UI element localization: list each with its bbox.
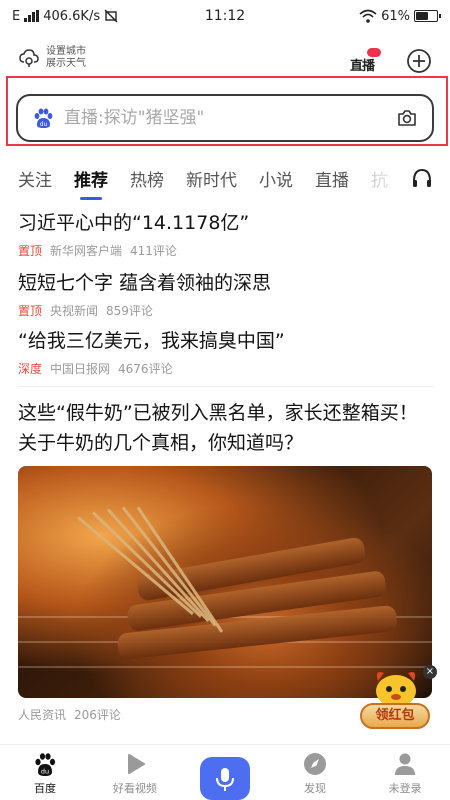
red-packet-promo[interactable]: 领红包 — [360, 665, 432, 729]
nav-home-label: 百度 — [34, 782, 56, 795]
wifi-icon — [359, 9, 377, 23]
news-source: 央视新闻 — [50, 304, 99, 318]
live-button-label: 直播 — [350, 59, 375, 74]
location-cloud-icon — [19, 49, 39, 67]
status-left: E 406.6K/s — [12, 9, 162, 24]
news-title: “给我三亿美元，我来搞臭中国” — [18, 330, 285, 352]
promo-label: 领红包 — [360, 703, 430, 729]
battery-percent: 61% — [381, 8, 410, 24]
nav-video-label: 好看视频 — [113, 782, 157, 795]
network-type: E — [12, 8, 21, 24]
baidu-paw-icon: du — [34, 108, 53, 128]
status-bar: E 406.6K/s 11:12 61% — [0, 0, 450, 32]
list-item[interactable]: “给我三亿美元，我来搞臭中国” 深度 中国日报网 4676评论 — [18, 328, 434, 377]
news-meta: 深度 中国日报网 4676评论 — [18, 360, 434, 377]
user-icon — [395, 753, 415, 775]
news-meta: 置顶 新华网客户端 411评论 — [18, 242, 434, 259]
tab-novel[interactable]: 小说 — [259, 166, 293, 191]
divider — [18, 386, 434, 387]
tab-hot-list[interactable]: 热榜 — [130, 166, 164, 191]
news-comments: 4676评论 — [118, 362, 173, 376]
signal-icon — [24, 10, 40, 22]
search-box[interactable]: du — [16, 94, 434, 142]
nav-discover-label: 发现 — [304, 782, 326, 795]
article-title[interactable]: 这些“假牛奶”已被列入黑名单，家长还整箱买！关于牛奶的几个真相，你知道吗？ — [18, 398, 434, 458]
battery-icon — [414, 10, 441, 22]
nav-video[interactable]: 好看视频 — [90, 745, 180, 800]
camera-icon[interactable] — [396, 107, 418, 129]
channel-tabs: 关注 推荐 热榜 新时代 小说 直播 抗 — [0, 158, 450, 198]
news-tag: 置顶 — [18, 244, 43, 258]
microphone-icon — [216, 767, 234, 791]
tab-follow[interactable]: 关注 — [18, 166, 52, 191]
article-comments: 206评论 — [74, 708, 121, 722]
news-tag: 深度 — [18, 362, 43, 376]
tab-new-era[interactable]: 新时代 — [186, 166, 237, 191]
tab-live[interactable]: 直播 — [315, 166, 349, 191]
svg-text:du: du — [41, 768, 49, 776]
live-button[interactable]: 直播 — [350, 46, 381, 76]
status-right: 61% — [288, 8, 441, 24]
baidu-paw-icon: du — [35, 753, 56, 776]
article-meta: 人民资讯 206评论 — [18, 706, 121, 723]
news-title: 习近平心中的“14.1178亿” — [18, 212, 250, 234]
promo-close-button[interactable]: × — [423, 665, 437, 679]
list-item[interactable]: 习近平心中的“14.1178亿” 置顶 新华网客户端 411评论 — [18, 210, 434, 259]
skewer-stick — [91, 511, 202, 618]
network-speed: 406.6K/s — [43, 8, 101, 24]
news-source: 新华网客户端 — [50, 244, 123, 258]
search-input[interactable] — [64, 108, 396, 128]
news-source: 中国日报网 — [50, 362, 111, 376]
article-source: 人民资讯 — [18, 708, 67, 722]
nav-home[interactable]: du 百度 — [0, 745, 90, 800]
tab-recommend[interactable]: 推荐 — [74, 166, 108, 191]
add-icon[interactable] — [406, 48, 432, 74]
voice-search-button[interactable] — [200, 757, 250, 800]
nav-discover[interactable]: 发现 — [270, 745, 360, 800]
list-item[interactable]: 短短七个字 蕴含着领袖的深思 置顶 央视新闻 859评论 — [18, 270, 434, 319]
news-tag: 置顶 — [18, 304, 43, 318]
news-meta: 置顶 央视新闻 859评论 — [18, 302, 434, 319]
battery-level — [416, 12, 428, 20]
news-comments: 411评论 — [130, 244, 177, 258]
nav-voice[interactable] — [180, 745, 270, 800]
weather-line-1: 设置城市 — [46, 46, 86, 57]
nav-profile-label: 未登录 — [388, 782, 422, 795]
news-title: 短短七个字 蕴含着领袖的深思 — [18, 272, 272, 294]
article-image[interactable] — [18, 466, 432, 698]
headphone-icon[interactable] — [410, 166, 434, 190]
tabs-fade — [370, 158, 410, 198]
weather-line-2: 展示天气 — [46, 58, 86, 69]
svg-text:du: du — [40, 121, 48, 128]
nav-profile[interactable]: 未登录 — [360, 745, 450, 800]
weather-widget[interactable]: 设置城市 展示天气 — [18, 46, 86, 70]
bottom-nav: du 百度 好看视频 发现 未登录 — [0, 744, 450, 800]
news-comments: 859评论 — [106, 304, 153, 318]
play-icon — [128, 754, 145, 774]
compass-icon — [304, 753, 326, 775]
clock: 11:12 — [204, 8, 246, 24]
mute-icon — [104, 9, 118, 23]
